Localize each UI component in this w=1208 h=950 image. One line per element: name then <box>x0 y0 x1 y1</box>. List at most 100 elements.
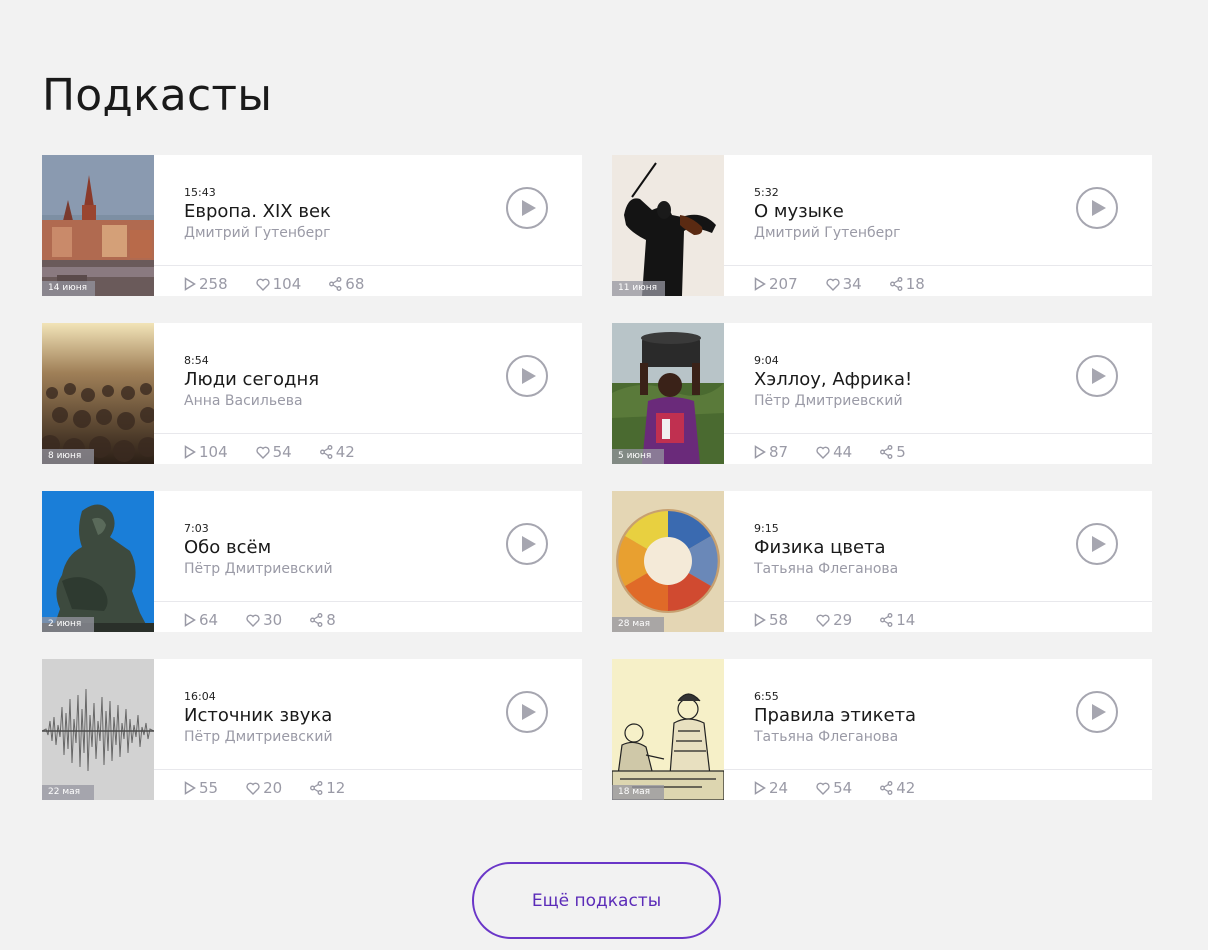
podcast-thumbnail[interactable]: 22 мая <box>42 659 154 800</box>
podcast-author[interactable]: Пётр Дмитриевский <box>184 561 333 577</box>
play-button[interactable] <box>1076 523 1118 565</box>
likes-count[interactable]: 29 <box>816 611 852 629</box>
plays-count: 58 <box>754 611 788 629</box>
divider <box>154 265 582 266</box>
likes-count[interactable]: 104 <box>256 275 301 293</box>
podcast-author[interactable]: Татьяна Флеганова <box>754 729 898 745</box>
divider <box>724 601 1152 602</box>
divider <box>724 433 1152 434</box>
plays-count: 104 <box>184 443 228 461</box>
play-button[interactable] <box>1076 355 1118 397</box>
play-button[interactable] <box>506 691 548 733</box>
podcast-duration: 9:15 <box>754 522 779 535</box>
podcast-title[interactable]: О музыке <box>754 201 844 222</box>
likes-count[interactable]: 20 <box>246 779 282 797</box>
share-icon <box>889 277 903 291</box>
play-button[interactable] <box>506 187 548 229</box>
heart-icon <box>816 446 830 459</box>
play-button[interactable] <box>1076 187 1118 229</box>
podcast-card: 22 мая 16:04 Источник звука Пётр Дмитрие… <box>42 659 582 800</box>
podcast-thumbnail[interactable]: 2 июня <box>42 491 154 632</box>
plays-count: 55 <box>184 779 218 797</box>
podcast-thumbnail[interactable]: 28 мая <box>612 491 724 632</box>
podcast-grid: 14 июня 15:43 Европа. XIX век Дмитрий Гу… <box>42 155 1152 800</box>
heart-icon <box>256 278 270 291</box>
play-outline-icon <box>754 781 766 795</box>
divider <box>724 265 1152 266</box>
heart-icon <box>246 614 260 627</box>
podcast-author[interactable]: Анна Васильева <box>184 393 303 409</box>
more-podcasts-button[interactable]: Ещё подкасты <box>472 862 721 939</box>
podcast-author[interactable]: Дмитрий Гутенберг <box>754 225 901 241</box>
play-icon <box>521 704 536 720</box>
podcast-title[interactable]: Люди сегодня <box>184 369 319 390</box>
share-icon <box>880 781 893 795</box>
podcast-card: 11 июня 5:32 О музыке Дмитрий Гутенберг … <box>612 155 1152 296</box>
shares-count[interactable]: 12 <box>310 779 345 797</box>
podcast-thumbnail[interactable]: 11 июня <box>612 155 724 296</box>
podcast-author[interactable]: Пётр Дмитриевский <box>754 393 903 409</box>
play-button[interactable] <box>506 355 548 397</box>
podcast-card: 5 июня 9:04 Хэллоу, Африка! Пётр Дмитрие… <box>612 323 1152 464</box>
shares-count[interactable]: 42 <box>880 779 915 797</box>
podcast-duration: 8:54 <box>184 354 209 367</box>
play-icon <box>1091 200 1106 216</box>
divider <box>154 601 582 602</box>
heart-icon <box>826 278 840 291</box>
play-icon <box>1091 368 1106 384</box>
podcast-author[interactable]: Пётр Дмитриевский <box>184 729 333 745</box>
share-icon <box>310 781 323 795</box>
play-button[interactable] <box>1076 691 1118 733</box>
podcast-title[interactable]: Европа. XIX век <box>184 201 331 222</box>
podcast-title[interactable]: Физика цвета <box>754 537 886 558</box>
podcast-duration: 7:03 <box>184 522 209 535</box>
play-outline-icon <box>184 613 196 627</box>
podcast-duration: 6:55 <box>754 690 779 703</box>
play-icon <box>1091 536 1106 552</box>
likes-count[interactable]: 54 <box>256 443 292 461</box>
likes-count[interactable]: 30 <box>246 611 282 629</box>
podcast-author[interactable]: Дмитрий Гутенберг <box>184 225 331 241</box>
play-outline-icon <box>184 445 196 459</box>
likes-count[interactable]: 54 <box>816 779 852 797</box>
podcast-author[interactable]: Татьяна Флеганова <box>754 561 898 577</box>
plays-count: 258 <box>184 275 228 293</box>
divider <box>154 769 582 770</box>
play-icon <box>521 368 536 384</box>
shares-count[interactable]: 18 <box>889 275 925 293</box>
podcast-title[interactable]: Обо всём <box>184 537 271 558</box>
podcast-duration: 9:04 <box>754 354 779 367</box>
play-outline-icon <box>754 613 766 627</box>
shares-count[interactable]: 8 <box>310 611 336 629</box>
play-icon <box>1091 704 1106 720</box>
podcast-card: 18 мая 6:55 Правила этикета Татьяна Флег… <box>612 659 1152 800</box>
heart-icon <box>816 782 830 795</box>
heart-icon <box>256 446 270 459</box>
shares-count[interactable]: 14 <box>880 611 915 629</box>
podcast-title[interactable]: Правила этикета <box>754 705 916 726</box>
likes-count[interactable]: 44 <box>816 443 852 461</box>
podcast-card: 8 июня 8:54 Люди сегодня Анна Васильева … <box>42 323 582 464</box>
play-button[interactable] <box>506 523 548 565</box>
podcast-thumbnail[interactable]: 14 июня <box>42 155 154 296</box>
podcast-title[interactable]: Хэллоу, Африка! <box>754 369 912 390</box>
podcast-title[interactable]: Источник звука <box>184 705 332 726</box>
plays-count: 64 <box>184 611 218 629</box>
divider <box>154 433 582 434</box>
play-outline-icon <box>754 277 766 291</box>
play-icon <box>521 200 536 216</box>
likes-count[interactable]: 34 <box>826 275 862 293</box>
podcast-thumbnail[interactable]: 5 июня <box>612 323 724 464</box>
heart-icon <box>816 614 830 627</box>
share-icon <box>319 445 333 459</box>
shares-count[interactable]: 42 <box>319 443 355 461</box>
podcast-duration: 16:04 <box>184 690 216 703</box>
publish-date: 28 мая <box>612 617 664 632</box>
shares-count[interactable]: 5 <box>880 443 906 461</box>
podcast-thumbnail[interactable]: 18 мая <box>612 659 724 800</box>
publish-date: 2 июня <box>42 617 94 632</box>
divider <box>724 769 1152 770</box>
shares-count[interactable]: 68 <box>329 275 364 293</box>
plays-count: 24 <box>754 779 788 797</box>
podcast-thumbnail[interactable]: 8 июня <box>42 323 154 464</box>
